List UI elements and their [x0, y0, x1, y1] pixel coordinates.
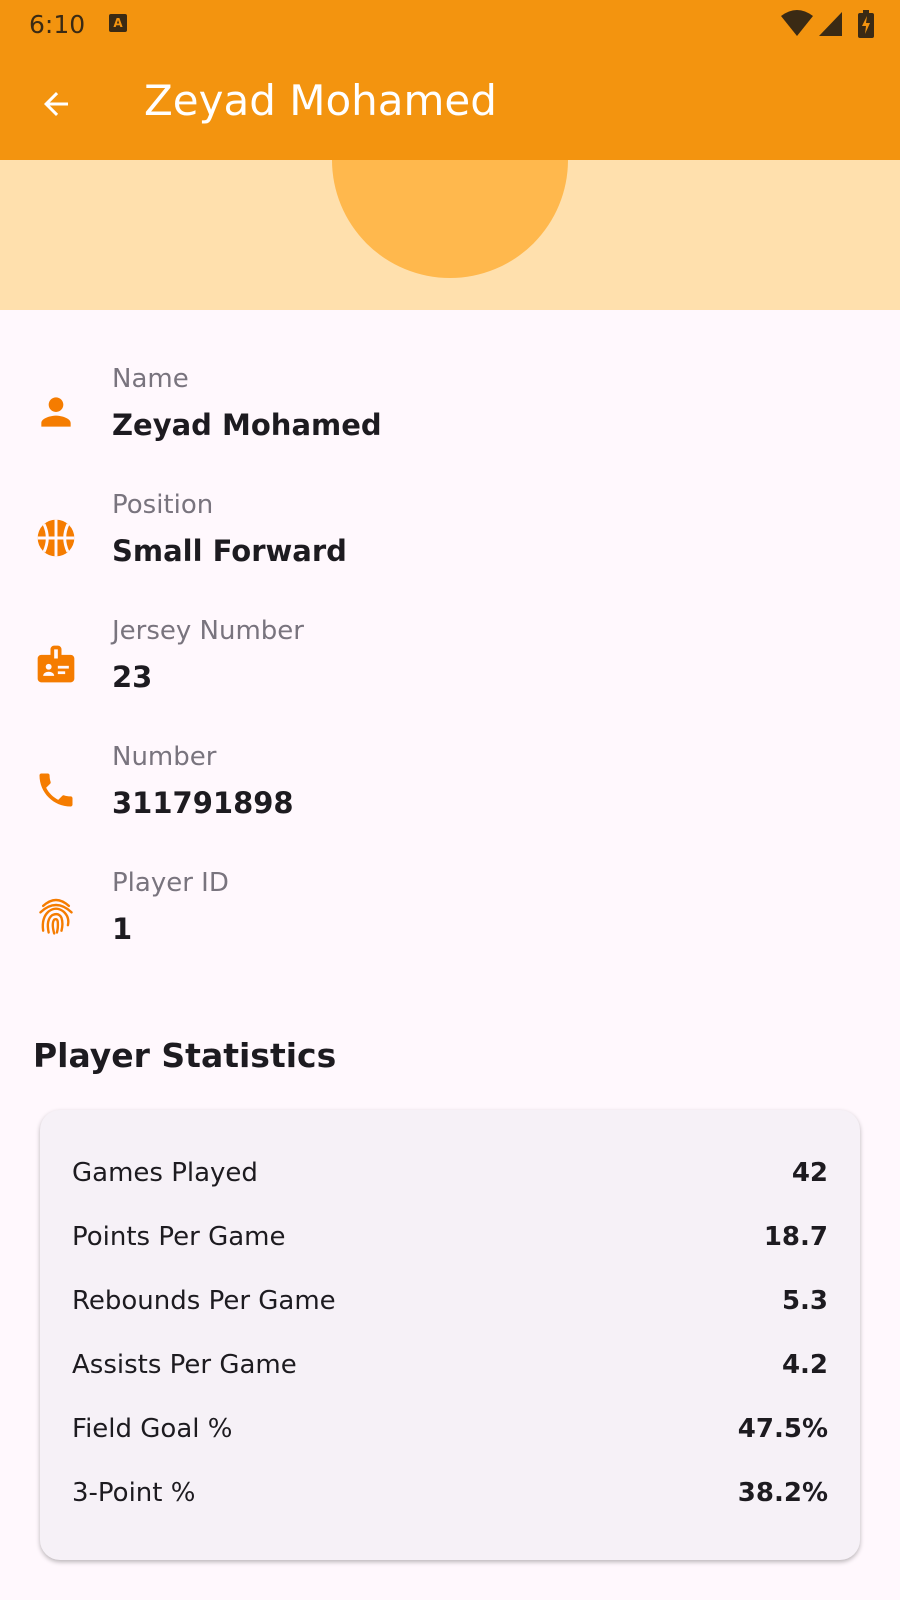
detail-row-player-id: Player ID 1 — [0, 868, 900, 978]
status-icons — [780, 10, 878, 38]
section-title-statistics: Player Statistics — [33, 1036, 337, 1075]
detail-row-name: Name Zeyad Mohamed — [0, 364, 900, 474]
status-bar: 6:10 A — [0, 0, 900, 48]
stat-row-assists-per-game: Assists Per Game 4.2 — [72, 1350, 828, 1390]
app-bar: Zeyad Mohamed — [0, 48, 900, 160]
stat-label: Points Per Game — [72, 1222, 286, 1252]
detail-label: Name — [112, 364, 189, 394]
basketball-icon — [37, 519, 75, 557]
stat-value: 4.2 — [781, 1350, 828, 1380]
detail-row-jersey: Jersey Number 23 — [0, 616, 900, 726]
svg-text:A: A — [113, 16, 123, 30]
battery-charging-icon — [858, 10, 874, 38]
stat-value: 47.5% — [737, 1414, 828, 1444]
stat-label: 3-Point % — [72, 1478, 196, 1508]
badge-icon — [37, 645, 75, 683]
detail-label: Position — [112, 490, 214, 520]
detail-row-number: Number 311791898 — [0, 742, 900, 852]
phone-icon — [39, 773, 73, 807]
detail-value: 1 — [112, 912, 133, 946]
detail-label: Player ID — [112, 868, 229, 898]
avatar — [332, 160, 568, 278]
detail-value: 23 — [112, 660, 153, 694]
arrow-back-icon — [44, 92, 68, 116]
detail-value: 311791898 — [112, 786, 294, 820]
stat-row-three-point: 3-Point % 38.2% — [72, 1478, 828, 1518]
stat-value: 18.7 — [763, 1222, 828, 1252]
detail-row-position: Position Small Forward — [0, 490, 900, 600]
notification-a-icon: A — [109, 14, 127, 32]
stat-label: Games Played — [72, 1158, 258, 1188]
stat-row-field-goal: Field Goal % 47.5% — [72, 1414, 828, 1454]
profile-header — [0, 160, 900, 310]
stat-row-rebounds-per-game: Rebounds Per Game 5.3 — [72, 1286, 828, 1326]
stat-value: 5.3 — [781, 1286, 828, 1316]
stat-row-points-per-game: Points Per Game 18.7 — [72, 1222, 828, 1262]
person-icon — [41, 397, 71, 427]
back-button[interactable] — [24, 80, 88, 128]
wifi-icon — [781, 10, 813, 36]
detail-value: Zeyad Mohamed — [112, 408, 382, 442]
fingerprint-icon — [39, 898, 73, 935]
detail-label: Number — [112, 742, 217, 772]
cell-signal-icon — [819, 12, 842, 36]
stat-value: 42 — [791, 1158, 828, 1188]
detail-label: Jersey Number — [112, 616, 304, 646]
stat-label: Field Goal % — [72, 1414, 233, 1444]
statistics-card: Games Played 42 Points Per Game 18.7 Reb… — [40, 1110, 860, 1560]
stat-row-games-played: Games Played 42 — [72, 1158, 828, 1198]
stat-value: 38.2% — [737, 1478, 828, 1508]
stat-label: Assists Per Game — [72, 1350, 297, 1380]
page-title: Zeyad Mohamed — [144, 76, 497, 125]
detail-value: Small Forward — [112, 534, 347, 568]
stat-label: Rebounds Per Game — [72, 1286, 336, 1316]
status-time: 6:10 — [29, 10, 86, 39]
